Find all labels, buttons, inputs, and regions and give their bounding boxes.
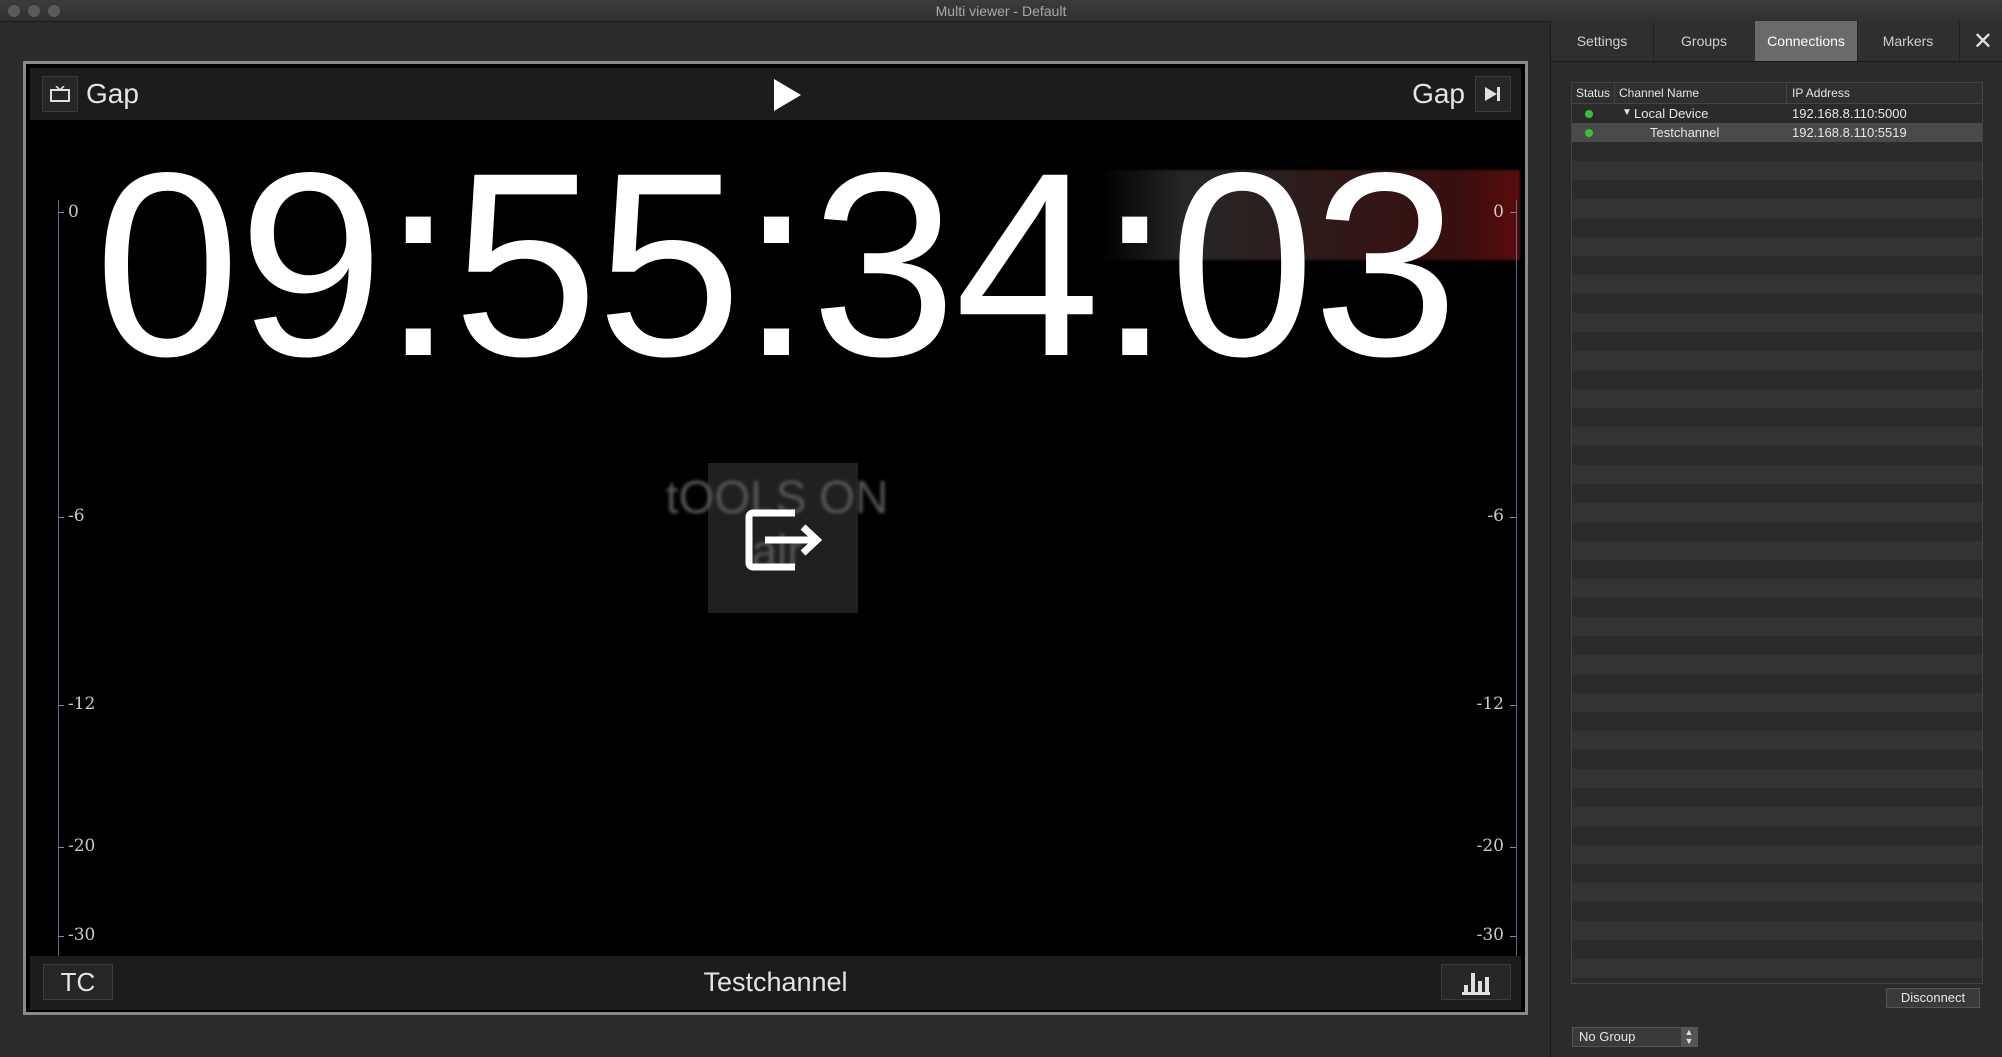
- empty-row-stripe: [1572, 883, 1982, 902]
- audio-meter-left: 0 -6 -12 -20 -30 -∞: [50, 200, 95, 956]
- meter-scale-line: [58, 200, 59, 956]
- table-row[interactable]: Testchannel 192.168.8.110:5519: [1572, 123, 1982, 142]
- disclosure-triangle-icon[interactable]: ▼: [1622, 107, 1632, 118]
- column-header-channel-name[interactable]: Channel Name: [1619, 86, 1699, 100]
- meter-scale-line: [1516, 200, 1517, 956]
- empty-row-stripe: [1572, 237, 1982, 256]
- empty-row-stripe: [1572, 275, 1982, 294]
- title-bar: Multi viewer - Default: [0, 0, 2002, 22]
- play-icon: [774, 79, 801, 111]
- tab-markers[interactable]: Markers: [1857, 21, 1960, 61]
- empty-row-stripe: [1572, 465, 1982, 484]
- empty-row-stripe: [1572, 845, 1982, 864]
- empty-row-stripe: [1572, 503, 1982, 522]
- channel-name: Testchannel: [703, 967, 848, 997]
- current-event-label: Gap: [86, 78, 139, 109]
- empty-row-stripe: [1572, 579, 1982, 598]
- group-select-value: No Group: [1579, 1029, 1636, 1044]
- viewer-bottom-bar: TC Testchannel: [30, 956, 1521, 1010]
- meter-tick: 0: [68, 202, 79, 222]
- tv-icon: [50, 86, 70, 102]
- next-event-label: Gap: [1412, 78, 1465, 109]
- panel-tabs: Settings Groups Connections Markers ✕: [1551, 21, 2002, 62]
- empty-row-stripe: [1572, 655, 1982, 674]
- play-button[interactable]: [767, 75, 807, 115]
- empty-row-stripe: [1572, 389, 1982, 408]
- output-icon: [745, 509, 823, 571]
- meter-tick: -20: [68, 836, 96, 856]
- empty-row-stripe: [1572, 921, 1982, 940]
- multiviewer-tile[interactable]: Gap Gap tOOLS ON air 09:55:34:03 0 -6 -1…: [23, 61, 1528, 1015]
- empty-row-stripe: [1572, 959, 1982, 978]
- meter-tick: -12: [1476, 694, 1504, 714]
- empty-row-stripe: [1572, 199, 1982, 218]
- audio-meter-right: 0 -6 -12 -20 -30 -∞: [1477, 200, 1521, 956]
- meter-tick: -6: [1487, 506, 1504, 526]
- meter-tick: 0: [1493, 202, 1504, 222]
- group-select[interactable]: No Group ▲ ▼: [1572, 1027, 1698, 1047]
- side-panel: Settings Groups Connections Markers ✕ St…: [1550, 21, 2002, 1057]
- connections-table: Status Channel Name IP Address ▼ Local D…: [1571, 82, 1983, 984]
- table-row[interactable]: ▼ Local Device 192.168.8.110:5000: [1572, 104, 1982, 123]
- channel-name-cell: Testchannel: [1650, 125, 1720, 140]
- channel-name-cell: Local Device: [1634, 106, 1709, 121]
- ip-address-cell: 192.168.8.110:5000: [1792, 106, 1907, 121]
- empty-row-stripe: [1572, 351, 1982, 370]
- empty-row-stripe: [1572, 313, 1982, 332]
- viewer-top-bar: Gap Gap: [30, 68, 1521, 120]
- tab-settings[interactable]: Settings: [1551, 21, 1654, 61]
- status-dot: [1585, 110, 1593, 118]
- empty-row-stripe: [1572, 541, 1982, 560]
- column-header-status[interactable]: Status: [1576, 86, 1610, 100]
- meter-tick: -20: [1476, 836, 1504, 856]
- skip-to-end-icon: [1485, 87, 1500, 101]
- close-icon[interactable]: ✕: [1973, 27, 1993, 56]
- table-header: Status Channel Name IP Address: [1572, 83, 1982, 104]
- empty-row-stripe: [1572, 769, 1982, 788]
- level-meter-button[interactable]: [1441, 964, 1511, 1000]
- meter-tick: -12: [68, 694, 96, 714]
- timecode-display: 09:55:34:03: [94, 120, 1458, 411]
- empty-row-stripe: [1572, 693, 1982, 712]
- empty-row-stripe: [1572, 161, 1982, 180]
- column-header-ip-address[interactable]: IP Address: [1792, 86, 1850, 100]
- select-arrows-icon: ▲ ▼: [1681, 1028, 1697, 1046]
- empty-row-stripe: [1572, 731, 1982, 750]
- tab-connections[interactable]: Connections: [1755, 21, 1858, 61]
- empty-row-stripe: [1572, 807, 1982, 826]
- meter-tick: -6: [68, 506, 85, 526]
- tab-groups[interactable]: Groups: [1653, 21, 1756, 61]
- tv-button[interactable]: [42, 76, 78, 112]
- window-title: Multi viewer - Default: [935, 3, 1067, 19]
- empty-row-stripe: [1572, 427, 1982, 446]
- ip-address-cell: 192.168.8.110:5519: [1792, 125, 1907, 140]
- level-meter-icon: [1462, 973, 1490, 995]
- meter-tick: -30: [1476, 925, 1504, 945]
- disconnect-button[interactable]: Disconnect: [1886, 988, 1980, 1008]
- table-body: ▼ Local Device 192.168.8.110:5000 Testch…: [1572, 104, 1982, 983]
- meter-tick: -30: [68, 925, 96, 945]
- status-dot: [1585, 129, 1593, 137]
- video-preview: tOOLS ON air 09:55:34:03 0 -6 -12 -20 -3…: [30, 120, 1521, 956]
- empty-row-stripe: [1572, 617, 1982, 636]
- skip-to-end-button[interactable]: [1475, 76, 1511, 112]
